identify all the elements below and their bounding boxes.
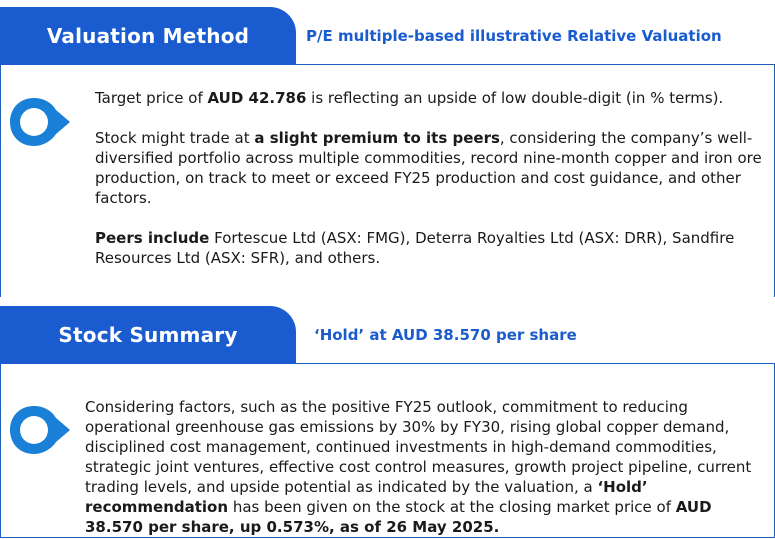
summary-body: Considering factors, such as the positiv… xyxy=(85,397,771,539)
summary-header: Stock Summary ‘Hold’ at AUD 38.570 per s… xyxy=(0,306,775,364)
valuation-body: Target price of AUD 42.786 is reflecting… xyxy=(95,88,771,288)
location-pin-icon xyxy=(10,98,70,146)
valuation-subtitle: P/E multiple-based illustrative Relative… xyxy=(306,27,722,45)
peers-paragraph: Peers include Fortescue Ltd (ASX: FMG), … xyxy=(95,229,735,267)
summary-subtitle: ‘Hold’ at AUD 38.570 per share xyxy=(314,326,577,344)
recommendation-paragraph: Considering factors, such as the positiv… xyxy=(85,398,752,536)
summary-tab: Stock Summary xyxy=(0,306,296,364)
location-pin-icon xyxy=(10,406,70,454)
valuation-tab: Valuation Method xyxy=(0,7,296,65)
target-price-paragraph: Target price of AUD 42.786 is reflecting… xyxy=(95,89,724,107)
valuation-header: Valuation Method P/E multiple-based illu… xyxy=(0,7,775,65)
premium-paragraph: Stock might trade at a slight premium to… xyxy=(95,129,762,207)
